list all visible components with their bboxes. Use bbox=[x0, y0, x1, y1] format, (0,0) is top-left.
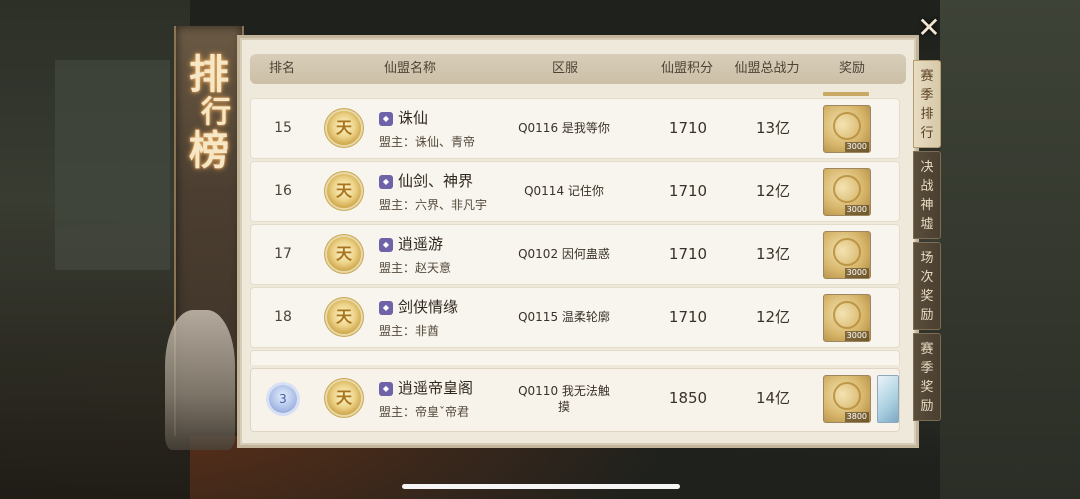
guild-level-icon: ◆ bbox=[379, 112, 393, 126]
header-name: 仙盟名称 bbox=[383, 61, 436, 76]
header-power: 仙盟总战力 bbox=[734, 61, 800, 76]
guild-score: 1710 bbox=[668, 182, 708, 200]
guild-power: 14亿 bbox=[755, 389, 791, 407]
reward-item[interactable]: 3000 bbox=[823, 231, 871, 279]
guild-leader: 盟主：赵天意 bbox=[379, 261, 452, 275]
guild-power: 12亿 bbox=[755, 182, 791, 200]
server: Q0110 我无法触 摸 bbox=[518, 384, 610, 414]
rank-number: 18 bbox=[274, 309, 292, 325]
guild-score: 1850 bbox=[668, 389, 708, 407]
dragon-coin-icon bbox=[833, 175, 861, 203]
guild-power: 13亿 bbox=[755, 245, 791, 263]
guild-name[interactable]: ◆ 剑侠情缘 bbox=[379, 296, 458, 317]
guild-level-icon: ◆ bbox=[379, 301, 393, 315]
guild-name[interactable]: ◆ 仙剑、神界 bbox=[379, 170, 473, 191]
header-rank: 排名 bbox=[268, 61, 295, 76]
table-row[interactable]: 15 天 ◆ 诛仙 盟主：诛仙、青帝 Q0116 是我等你 1710 13亿 30… bbox=[250, 98, 900, 159]
game-background-right bbox=[940, 0, 1080, 499]
page-title: 排 行 榜 bbox=[189, 51, 231, 174]
home-indicator[interactable] bbox=[402, 484, 680, 489]
guild-name[interactable]: ◆ 逍遥帝皇阁 bbox=[379, 377, 473, 398]
header-reward: 奖励 bbox=[838, 61, 865, 76]
dragon-coin-icon bbox=[833, 238, 861, 266]
header-server: 区服 bbox=[551, 61, 578, 76]
guild-score: 1710 bbox=[668, 119, 708, 137]
guild-level-icon: ◆ bbox=[379, 382, 393, 396]
reward-qty: 3800 bbox=[844, 412, 869, 422]
tab-season-ranking[interactable]: 赛季排行 bbox=[913, 60, 941, 148]
previous-row-reward-edge bbox=[823, 92, 869, 96]
table-header: 排名 仙盟名称 区服 仙盟积分 仙盟总战力 奖励 bbox=[250, 54, 906, 84]
guild-power: 12亿 bbox=[755, 308, 791, 326]
reward-item-secondary[interactable] bbox=[877, 375, 899, 423]
guild-level-icon: ◆ bbox=[379, 175, 393, 189]
reward-item[interactable]: 3000 bbox=[823, 168, 871, 216]
rank-number: 16 bbox=[274, 183, 292, 199]
header-score: 仙盟积分 bbox=[660, 61, 713, 76]
guild-emblem: 天 bbox=[327, 174, 361, 208]
reward-qty: 3000 bbox=[844, 142, 869, 152]
guild-emblem: 天 bbox=[327, 300, 361, 334]
guild-emblem: 天 bbox=[327, 381, 361, 415]
reward-item[interactable]: 3000 bbox=[823, 105, 871, 153]
close-icon[interactable]: ✕ bbox=[914, 13, 944, 43]
server: Q0116 是我等你 bbox=[518, 121, 610, 135]
server: Q0114 记住你 bbox=[524, 184, 604, 198]
my-rank-badge: 3 bbox=[269, 385, 297, 413]
guild-name[interactable]: ◆ 逍遥游 bbox=[379, 233, 443, 254]
guild-emblem: 天 bbox=[327, 237, 361, 271]
guild-power: 13亿 bbox=[755, 119, 791, 137]
my-guild-row[interactable]: 3 天 ◆ 逍遥帝皇阁 盟主：帝皇ˇ帝君 Q0110 我无法触 摸 1850 14… bbox=[250, 368, 900, 432]
reward-qty: 3000 bbox=[844, 331, 869, 341]
guild-leader: 盟主：非酋 bbox=[379, 324, 440, 338]
dragon-coin-icon bbox=[833, 301, 861, 329]
game-background-left bbox=[0, 0, 190, 499]
lion-statue bbox=[165, 310, 235, 450]
tab-final-battle[interactable]: 决战神墟 bbox=[913, 151, 941, 239]
dragon-coin-icon bbox=[833, 382, 861, 410]
server: Q0102 因何蛊惑 bbox=[518, 247, 610, 261]
ranking-panel: 排名 仙盟名称 区服 仙盟积分 仙盟总战力 奖励 15 天 ◆ 诛仙 盟主：诛仙、… bbox=[240, 38, 916, 445]
guild-level-icon: ◆ bbox=[379, 238, 393, 252]
guild-score: 1710 bbox=[668, 245, 708, 263]
rank-number: 15 bbox=[274, 120, 292, 136]
guild-leader: 盟主：诛仙、青帝 bbox=[379, 135, 476, 149]
table-row[interactable]: 16 天 ◆ 仙剑、神界 盟主：六界、非凡宇 Q0114 记住你 1710 12亿… bbox=[250, 161, 900, 222]
rank-number: 17 bbox=[274, 246, 292, 262]
tab-season-rewards[interactable]: 赛季奖励 bbox=[913, 333, 941, 421]
guild-leader: 盟主：帝皇ˇ帝君 bbox=[379, 405, 470, 419]
guild-emblem: 天 bbox=[327, 111, 361, 145]
table-row[interactable]: 17 天 ◆ 逍遥游 盟主：赵天意 Q0102 因何蛊惑 1710 13亿 300… bbox=[250, 224, 900, 285]
guild-leader: 盟主：六界、非凡宇 bbox=[379, 198, 488, 212]
guild-name[interactable]: ◆ 诛仙 bbox=[379, 107, 428, 128]
ranking-list[interactable]: 15 天 ◆ 诛仙 盟主：诛仙、青帝 Q0116 是我等你 1710 13亿 30… bbox=[250, 92, 906, 365]
reward-qty: 3000 bbox=[844, 268, 869, 278]
reward-item[interactable]: 3800 bbox=[823, 375, 871, 423]
table-row[interactable]: 18 天 ◆ 剑侠情缘 盟主：非酋 Q0115 温柔轮廓 1710 12亿 300… bbox=[250, 287, 900, 348]
dragon-coin-icon bbox=[833, 112, 861, 140]
table-row[interactable] bbox=[250, 350, 900, 365]
guild-score: 1710 bbox=[668, 308, 708, 326]
reward-qty: 3000 bbox=[844, 205, 869, 215]
background-menu bbox=[55, 60, 170, 270]
reward-item[interactable]: 3000 bbox=[823, 294, 871, 342]
tab-match-rewards[interactable]: 场次奖励 bbox=[913, 242, 941, 330]
server: Q0115 温柔轮廓 bbox=[518, 310, 610, 324]
